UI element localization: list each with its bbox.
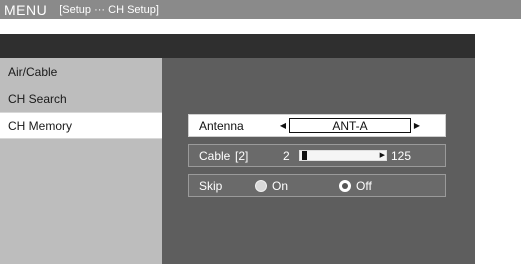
- sidebar: Air/Cable CH Search CH Memory: [0, 58, 163, 264]
- cable-setting-row[interactable]: Cable [2] 2 ▶ 125: [188, 144, 446, 167]
- skip-setting-row[interactable]: Skip On Off: [188, 174, 446, 197]
- antenna-value: ANT-A: [289, 118, 411, 133]
- cable-slider[interactable]: ▶: [299, 150, 387, 161]
- skip-on-label: On: [272, 178, 289, 193]
- skip-off-label: Off: [356, 178, 372, 193]
- radio-selected-icon[interactable]: [339, 179, 351, 192]
- cable-value: 2: [283, 148, 290, 163]
- settings-panel: Antenna ◀ ANT-A ▶ Cable [2] 2 ▶ 125 Skip…: [162, 58, 475, 264]
- sidebar-item-air-cable[interactable]: Air/Cable: [0, 58, 162, 85]
- slider-thumb[interactable]: [302, 151, 307, 160]
- skip-label: Skip: [199, 178, 223, 193]
- arrow-left-icon[interactable]: ◀: [277, 121, 289, 130]
- breadcrumb: [Setup ··· CH Setup]: [59, 3, 159, 16]
- antenna-label: Antenna: [199, 118, 244, 133]
- arrow-right-icon[interactable]: ▶: [411, 121, 423, 130]
- radio-unselected-icon[interactable]: [255, 179, 267, 192]
- slider-end-arrow-icon: ▶: [379, 152, 385, 159]
- skip-off-option[interactable]: Off: [339, 179, 372, 193]
- sidebar-item-label: Air/Cable: [8, 64, 58, 79]
- skip-on-option[interactable]: On: [255, 179, 339, 193]
- cable-max: 125: [391, 148, 412, 163]
- menu-bar: MENU [Setup ··· CH Setup]: [0, 0, 521, 19]
- sidebar-item-ch-search[interactable]: CH Search: [0, 85, 162, 112]
- sidebar-item-label: CH Memory: [8, 118, 73, 133]
- sidebar-item-label: CH Search: [8, 91, 67, 106]
- sidebar-item-ch-memory[interactable]: CH Memory: [0, 112, 163, 139]
- antenna-setting-row[interactable]: Antenna ◀ ANT-A ▶: [188, 114, 446, 137]
- menu-title: MENU: [4, 1, 48, 18]
- cable-label: Cable: [199, 148, 231, 163]
- cable-channel: [2]: [235, 148, 249, 163]
- header-bar: [0, 34, 475, 58]
